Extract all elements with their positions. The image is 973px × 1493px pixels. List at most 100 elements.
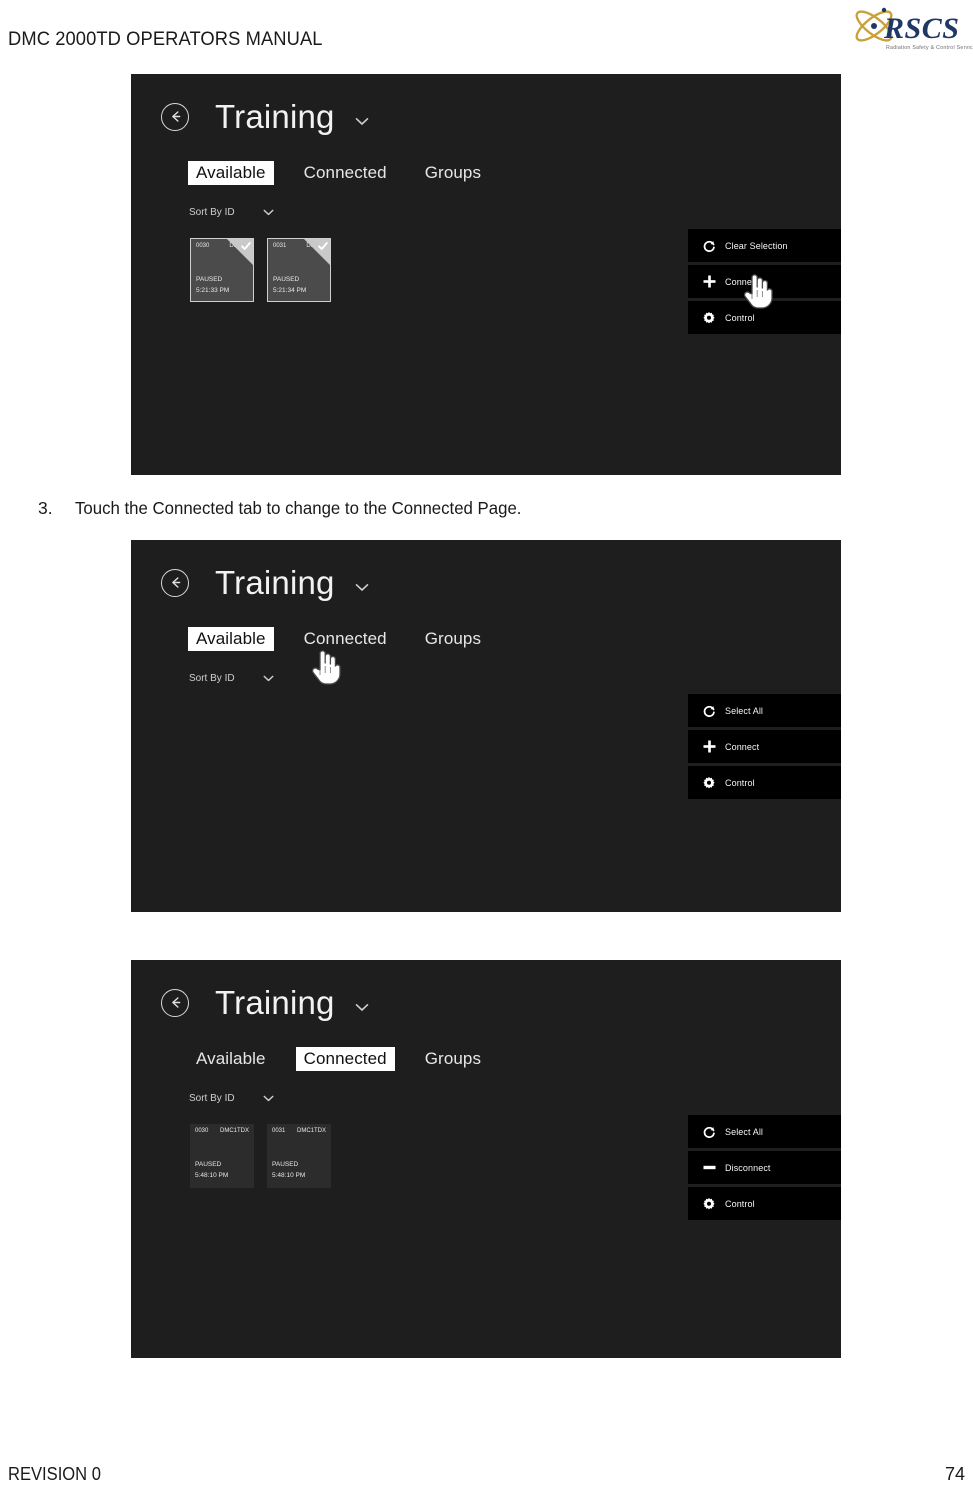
action-select-all[interactable]: Select All bbox=[688, 1115, 841, 1148]
footer-page-number: 74 bbox=[944, 1464, 965, 1484]
device-tile-list: 0030 DMC... PAUSED 5:21:33 PM 0031 DMC..… bbox=[190, 238, 331, 302]
device-id: 0031 bbox=[272, 1128, 286, 1134]
screenshot-available-page-hover-connected: Training Available Connected Groups Sort… bbox=[131, 540, 841, 912]
action-disconnect[interactable]: Disconnect bbox=[688, 1151, 841, 1184]
device-tile-list: 0030 DMC1TDX PAUSED 5:48:10 PM 0031 DMC1… bbox=[190, 1124, 331, 1188]
svg-text:Radiation Safety & Control Ser: Radiation Safety & Control Services bbox=[886, 45, 973, 51]
action-label: Connect bbox=[725, 741, 760, 752]
sort-chevron-down-icon bbox=[263, 675, 274, 682]
action-bar: Select All Disconnect Control bbox=[688, 1115, 841, 1220]
device-status: PAUSED bbox=[272, 1161, 299, 1168]
device-model: DMC1TDX bbox=[296, 1128, 326, 1134]
device-id: 0031 bbox=[273, 243, 287, 249]
screenshot-connected-page: Training Available Connected Groups Sort… bbox=[131, 960, 841, 1358]
device-tile[interactable]: 0030 DMC1TDX PAUSED 5:48:10 PM bbox=[190, 1124, 254, 1188]
device-time: 5:48:10 PM bbox=[195, 1172, 229, 1179]
title-dropdown-chevron-icon[interactable] bbox=[355, 583, 369, 592]
sort-dropdown-label: Sort By ID bbox=[189, 673, 235, 684]
sort-chevron-down-icon bbox=[263, 209, 274, 216]
back-button[interactable] bbox=[161, 102, 189, 131]
device-tile[interactable]: 0031 DMC... PAUSED 5:21:34 PM bbox=[267, 238, 331, 302]
tab-available[interactable]: Available bbox=[188, 161, 274, 185]
page-title: Training bbox=[215, 983, 335, 1021]
action-label: Select All bbox=[725, 1126, 764, 1137]
tab-available[interactable]: Available bbox=[188, 1047, 274, 1071]
action-clear-selection[interactable]: Clear Selection bbox=[688, 229, 841, 262]
device-model: DMC1TDX bbox=[219, 1128, 249, 1134]
sort-dropdown[interactable]: Sort By ID bbox=[189, 1093, 274, 1104]
svg-text:RSCS: RSCS bbox=[883, 12, 959, 45]
device-status: PAUSED bbox=[195, 1161, 222, 1168]
refresh-icon bbox=[698, 704, 720, 718]
refresh-icon bbox=[698, 239, 720, 253]
device-status: PAUSED bbox=[273, 276, 300, 283]
rscs-logo-svg: RSCS Radiation Safety & Control Services bbox=[855, 7, 973, 51]
page-header: DMC 2000TD OPERATORS MANUAL RSCS Radiati… bbox=[0, 0, 973, 62]
sort-dropdown[interactable]: Sort By ID bbox=[189, 673, 274, 684]
tab-available[interactable]: Available bbox=[188, 627, 274, 651]
action-label: Control bbox=[725, 312, 755, 323]
action-label: Control bbox=[725, 777, 755, 788]
tab-bar: Available Connected Groups bbox=[188, 1047, 489, 1071]
minus-icon bbox=[698, 1160, 720, 1175]
device-id: 0030 bbox=[195, 1128, 209, 1134]
gear-icon bbox=[698, 776, 720, 790]
action-label: Clear Selection bbox=[725, 240, 788, 251]
plus-icon bbox=[698, 274, 720, 289]
page-title: Training bbox=[215, 563, 335, 601]
tab-connected[interactable]: Connected bbox=[295, 1047, 395, 1071]
action-label: Select All bbox=[725, 705, 764, 716]
plus-icon bbox=[698, 739, 720, 754]
action-control[interactable]: Control bbox=[688, 301, 841, 334]
tab-groups[interactable]: Groups bbox=[417, 1047, 489, 1071]
tab-groups[interactable]: Groups bbox=[417, 161, 489, 185]
back-arrow-icon bbox=[171, 577, 180, 588]
sort-dropdown[interactable]: Sort By ID bbox=[189, 207, 274, 218]
gear-icon bbox=[698, 311, 720, 325]
document-header-title: DMC 2000TD OPERATORS MANUAL bbox=[8, 28, 323, 50]
panel-header: Training bbox=[161, 960, 369, 1045]
action-select-all[interactable]: Select All bbox=[688, 694, 841, 727]
action-control[interactable]: Control bbox=[688, 1187, 841, 1220]
action-bar: Select All Connect Control bbox=[688, 694, 841, 799]
tab-groups[interactable]: Groups bbox=[417, 627, 489, 651]
check-icon bbox=[240, 240, 252, 252]
action-control[interactable]: Control bbox=[688, 766, 841, 799]
footer-revision: REVISION 0 bbox=[8, 1464, 101, 1484]
page-title: Training bbox=[215, 97, 335, 135]
action-connect[interactable]: Connect bbox=[688, 265, 841, 298]
sort-dropdown-label: Sort By ID bbox=[189, 207, 235, 218]
device-time: 5:48:10 PM bbox=[272, 1172, 306, 1179]
rscs-logo: RSCS Radiation Safety & Control Services bbox=[848, 2, 973, 58]
screenshot-available-page-selected: Training Available Connected Groups Sort… bbox=[131, 74, 841, 475]
device-time: 5:21:34 PM bbox=[273, 287, 307, 294]
sort-dropdown-label: Sort By ID bbox=[189, 1093, 235, 1104]
device-tile[interactable]: 0031 DMC1TDX PAUSED 5:48:10 PM bbox=[267, 1124, 331, 1188]
device-tile[interactable]: 0030 DMC... PAUSED 5:21:33 PM bbox=[190, 238, 254, 302]
action-connect[interactable]: Connect bbox=[688, 730, 841, 763]
action-bar: Clear Selection Connect Control bbox=[688, 229, 841, 334]
back-arrow-icon bbox=[171, 997, 180, 1008]
back-arrow-icon bbox=[171, 111, 180, 122]
instruction-number: 3. bbox=[38, 498, 53, 518]
tab-connected[interactable]: Connected bbox=[296, 627, 395, 651]
sort-chevron-down-icon bbox=[263, 1095, 274, 1102]
tab-connected[interactable]: Connected bbox=[296, 161, 395, 185]
device-time: 5:21:33 PM bbox=[196, 287, 230, 294]
title-dropdown-chevron-icon[interactable] bbox=[355, 1003, 369, 1012]
action-label: Control bbox=[725, 1198, 755, 1209]
instruction-text: Touch the Connected tab to change to the… bbox=[75, 498, 522, 518]
panel-header: Training bbox=[161, 540, 369, 625]
gear-icon bbox=[698, 1197, 720, 1211]
action-label: Disconnect bbox=[725, 1162, 771, 1173]
check-icon bbox=[317, 240, 329, 252]
tab-bar: Available Connected Groups bbox=[188, 627, 489, 651]
device-status: PAUSED bbox=[196, 276, 223, 283]
refresh-icon bbox=[698, 1125, 720, 1139]
tab-bar: Available Connected Groups bbox=[188, 161, 489, 185]
title-dropdown-chevron-icon[interactable] bbox=[355, 117, 369, 126]
device-tile-header: 0030 DMC1TDX bbox=[195, 1128, 249, 1134]
back-button[interactable] bbox=[161, 568, 189, 597]
device-tile-header: 0031 DMC1TDX bbox=[272, 1128, 326, 1134]
back-button[interactable] bbox=[161, 988, 189, 1017]
